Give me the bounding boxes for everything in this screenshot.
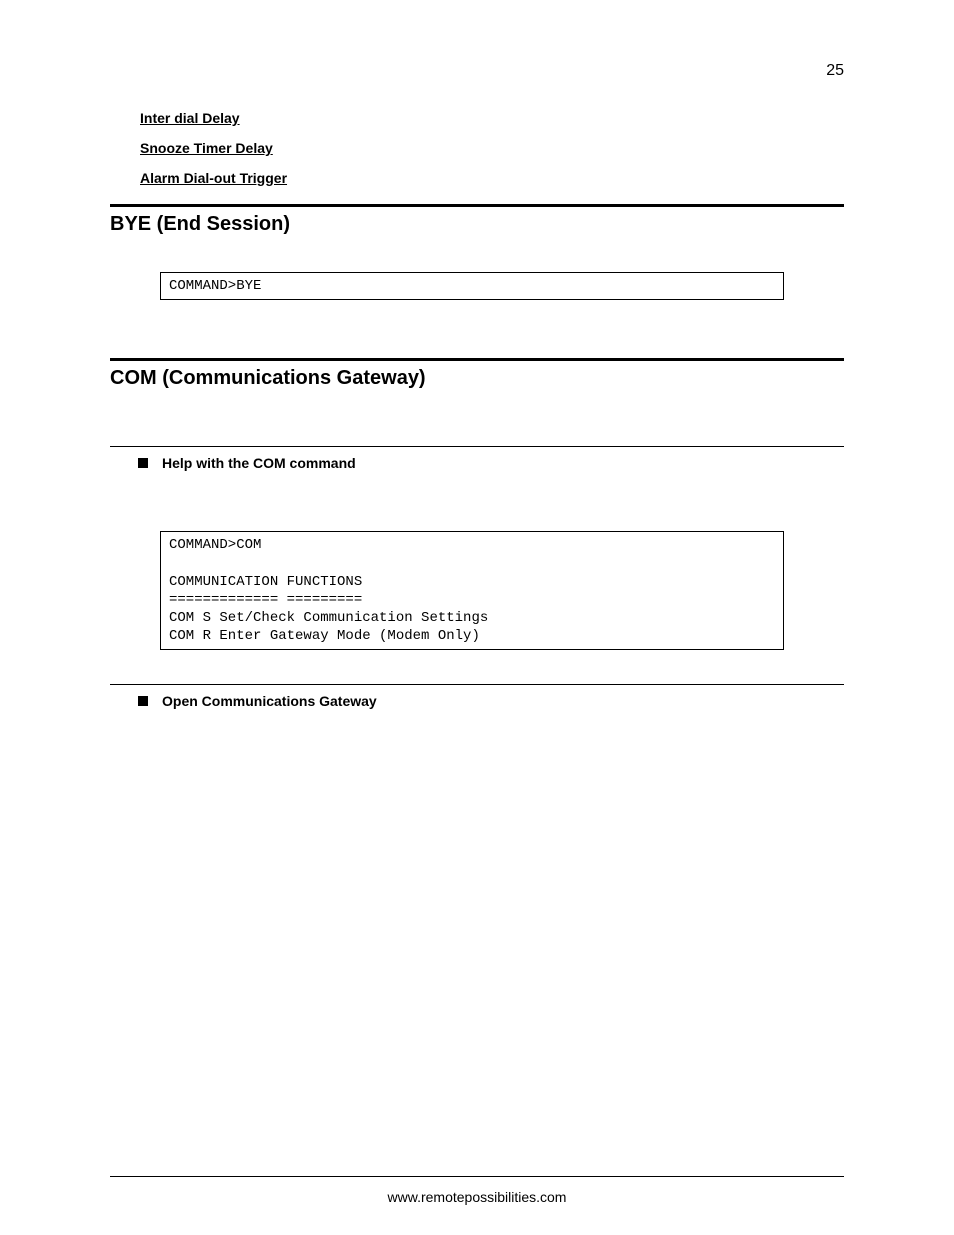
section-title-bye: BYE (End Session) <box>110 213 844 236</box>
footer-text: www.remotepossibilities.com <box>0 1189 954 1205</box>
page-number: 25 <box>826 62 844 80</box>
sub-heading-com-help: Help with the COM command <box>138 455 844 471</box>
code-box-bye: COMMAND>BYE <box>160 272 784 300</box>
sub-rule-com-open <box>110 684 844 685</box>
square-bullet-icon <box>138 696 148 706</box>
link-snooze-timer-delay[interactable]: Snooze Timer Delay <box>140 140 844 156</box>
page-root: 25 Inter dial Delay Snooze Timer Delay A… <box>0 0 954 1235</box>
link-alarm-dial-out-trigger[interactable]: Alarm Dial-out Trigger <box>140 170 844 186</box>
code-box-com-help: COMMAND>COM COMMUNICATION FUNCTIONS ====… <box>160 531 784 650</box>
section-title-com: COM (Communications Gateway) <box>110 367 844 390</box>
square-bullet-icon <box>138 458 148 468</box>
sub-rule-com-help <box>110 446 844 447</box>
section-rule-com <box>110 358 844 361</box>
link-inter-dial-delay[interactable]: Inter dial Delay <box>140 110 844 126</box>
footer-rule <box>110 1176 844 1177</box>
section-rule-bye <box>110 204 844 207</box>
sub-heading-com-open: Open Communications Gateway <box>138 693 844 709</box>
sub-heading-text-com-open: Open Communications Gateway <box>162 693 377 709</box>
link-list: Inter dial Delay Snooze Timer Delay Alar… <box>140 110 844 186</box>
sub-heading-text-com-help: Help with the COM command <box>162 455 356 471</box>
